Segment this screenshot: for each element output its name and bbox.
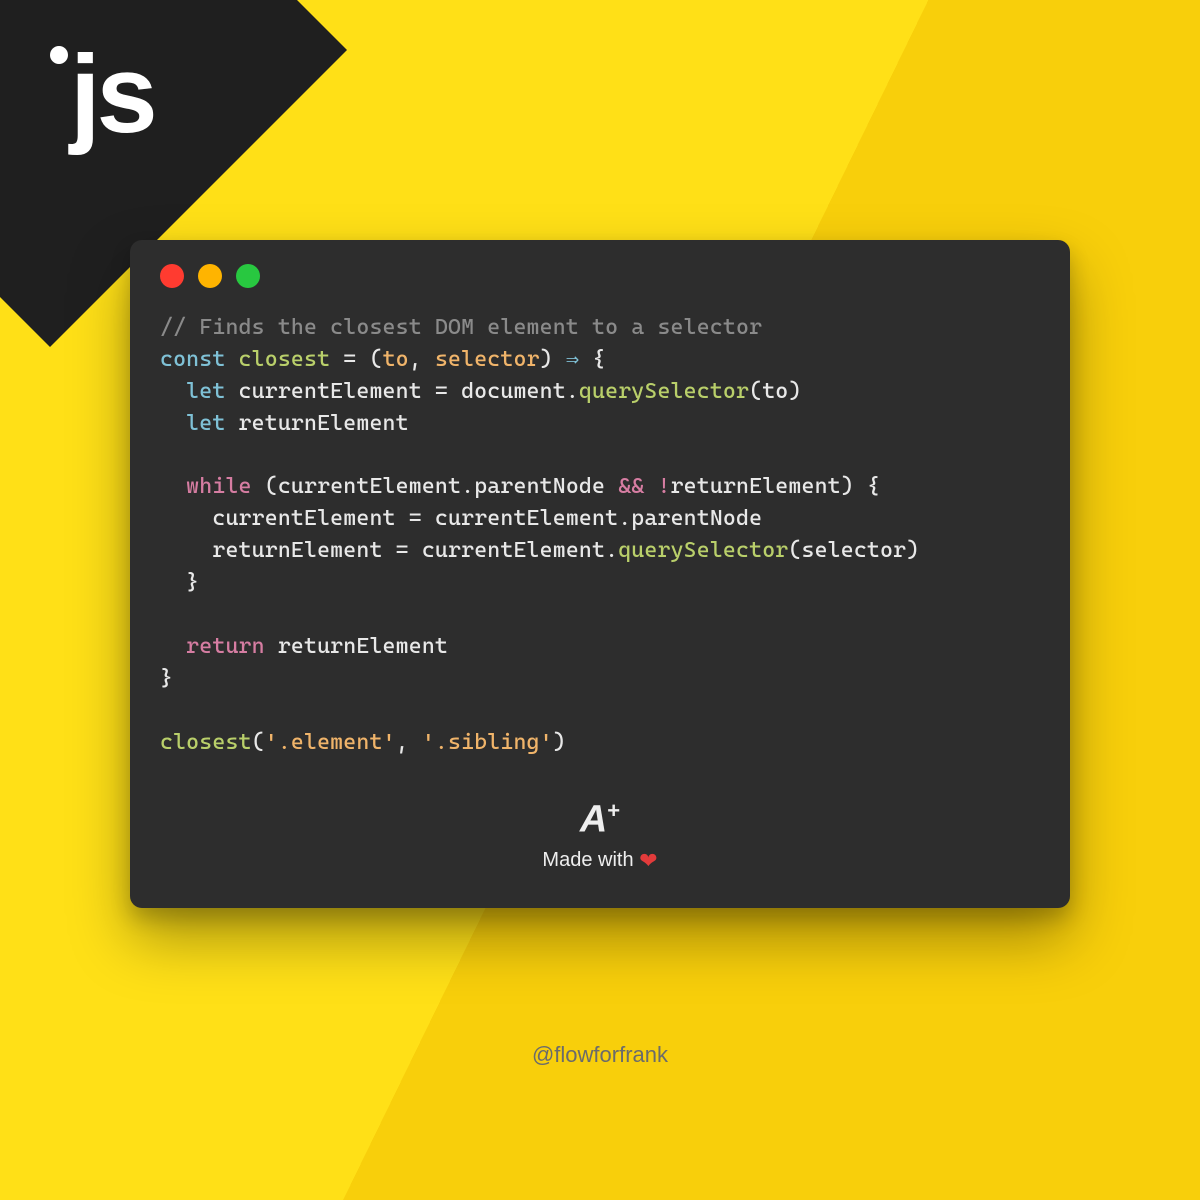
made-with-line: Made with ❤	[160, 848, 1040, 874]
heart-icon: ❤	[639, 848, 657, 873]
js-badge-text: js	[70, 33, 154, 156]
js-dot-icon	[50, 46, 68, 64]
window-footer: A+ Made with ❤	[160, 798, 1040, 874]
aplus-logo: A+	[160, 798, 1040, 842]
aplus-plus: +	[607, 798, 620, 823]
zoom-icon[interactable]	[236, 264, 260, 288]
author-handle: @flowforfrank	[0, 1042, 1200, 1068]
aplus-a: A	[580, 799, 607, 841]
code-window: // Finds the closest DOM element to a se…	[130, 240, 1070, 908]
close-icon[interactable]	[160, 264, 184, 288]
window-controls	[160, 264, 1040, 288]
minimize-icon[interactable]	[198, 264, 222, 288]
code-comment: // Finds the closest DOM element to a se…	[160, 315, 762, 340]
made-with-text: Made with	[542, 849, 639, 871]
code-block: // Finds the closest DOM element to a se…	[160, 312, 1040, 758]
js-badge: js	[50, 40, 154, 150]
